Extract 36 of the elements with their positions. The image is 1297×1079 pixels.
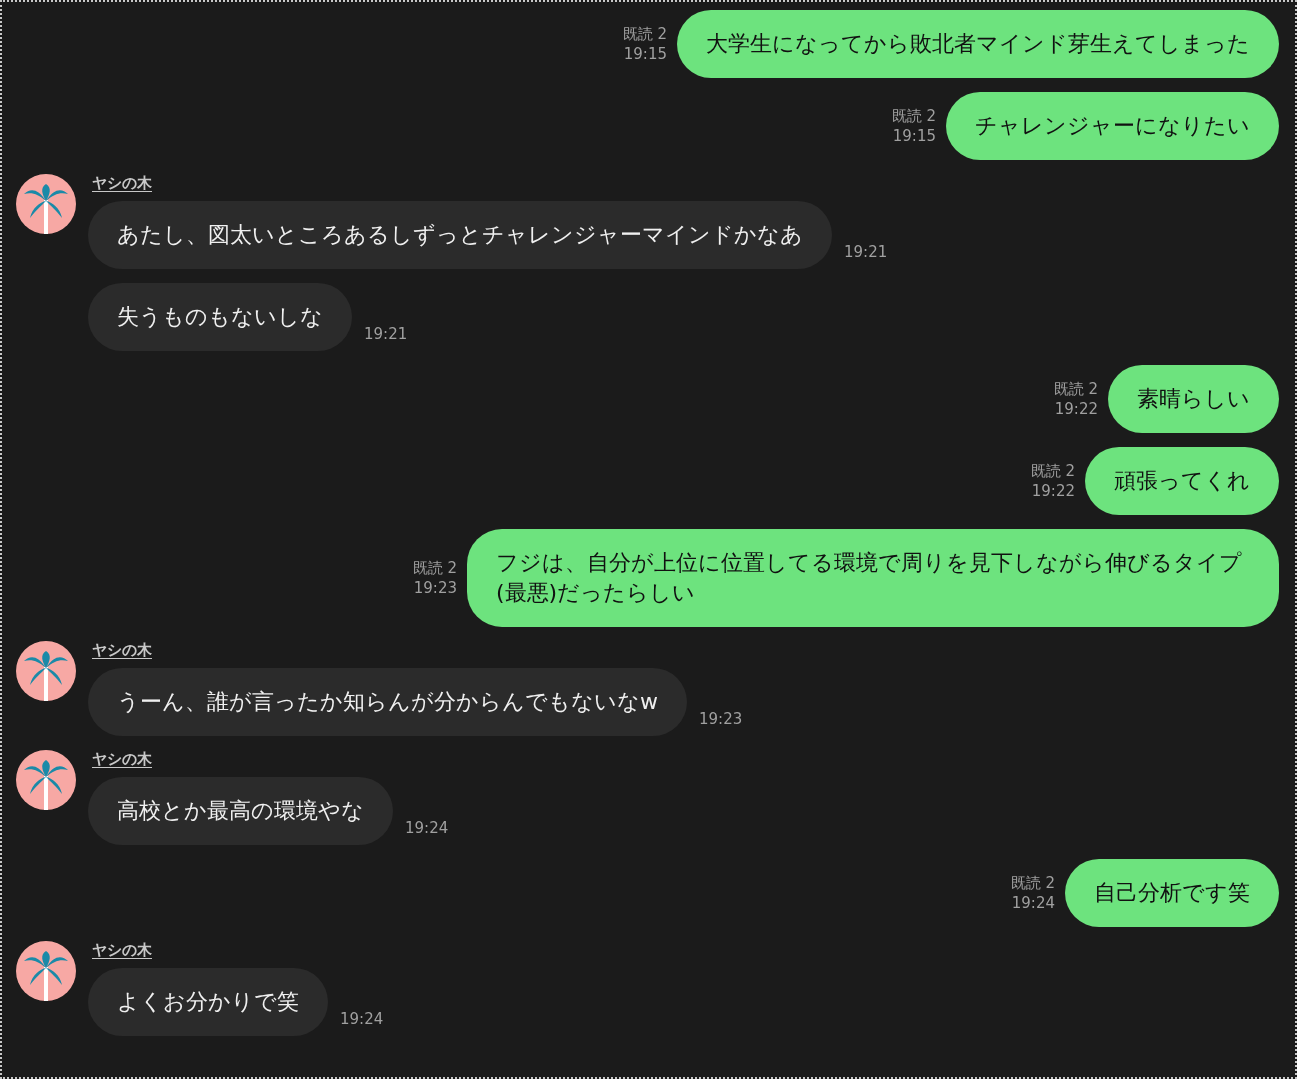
message-bubble: あたし、図太いところあるしずっとチャレンジャーマインドかなあ: [88, 201, 832, 269]
timestamp: 19:15: [623, 44, 667, 64]
timestamp: 19:15: [892, 126, 936, 146]
timestamp: 19:22: [1054, 399, 1098, 419]
timestamp: 19:22: [1031, 481, 1075, 501]
timestamp: 19:24: [405, 819, 449, 837]
read-receipt: 既読 2: [622, 24, 667, 44]
sender-name[interactable]: ヤシの木: [92, 174, 152, 193]
sender-name[interactable]: ヤシの木: [92, 941, 152, 960]
timestamp: 19:24: [1011, 893, 1055, 913]
message-bubble: 失うものもないしな: [88, 283, 352, 351]
message-bubble: 大学生になってから敗北者マインド芽生えてしまった: [677, 10, 1279, 78]
palm-tree-avatar: [16, 750, 76, 810]
timestamp: 19:23: [699, 710, 743, 728]
sender-name[interactable]: ヤシの木: [92, 750, 152, 769]
read-receipt: 既読 2: [1030, 461, 1075, 481]
read-receipt: 既読 2: [412, 558, 457, 578]
read-receipt: 既読 2: [1053, 379, 1098, 399]
timestamp: 19:24: [340, 1010, 384, 1028]
message-bubble: チャレンジャーになりたい: [946, 92, 1279, 160]
read-receipt: 既読 2: [1010, 873, 1055, 893]
timestamp: 19:23: [413, 578, 457, 598]
message-bubble: 自己分析です笑: [1065, 859, 1279, 927]
message-bubble: フジは、自分が上位に位置してる環境で周りを見下しながら伸びるタイプ(最悪)だったらしい: [467, 529, 1279, 627]
palm-tree-avatar: [16, 174, 76, 234]
palm-tree-avatar: [16, 641, 76, 701]
message-bubble: 高校とか最高の環境やな: [88, 777, 393, 845]
message-bubble: うーん、誰が言ったか知らんが分からんでもないなw: [88, 668, 687, 736]
message-bubble: 素晴らしい: [1108, 365, 1279, 433]
timestamp: 19:21: [844, 243, 888, 261]
message-bubble: 頑張ってくれ: [1085, 447, 1279, 515]
message-bubble: よくお分かりで笑: [88, 968, 328, 1036]
read-receipt: 既読 2: [891, 106, 936, 126]
timestamp: 19:21: [364, 325, 408, 343]
sender-name[interactable]: ヤシの木: [92, 641, 152, 660]
palm-tree-avatar: [16, 941, 76, 1001]
